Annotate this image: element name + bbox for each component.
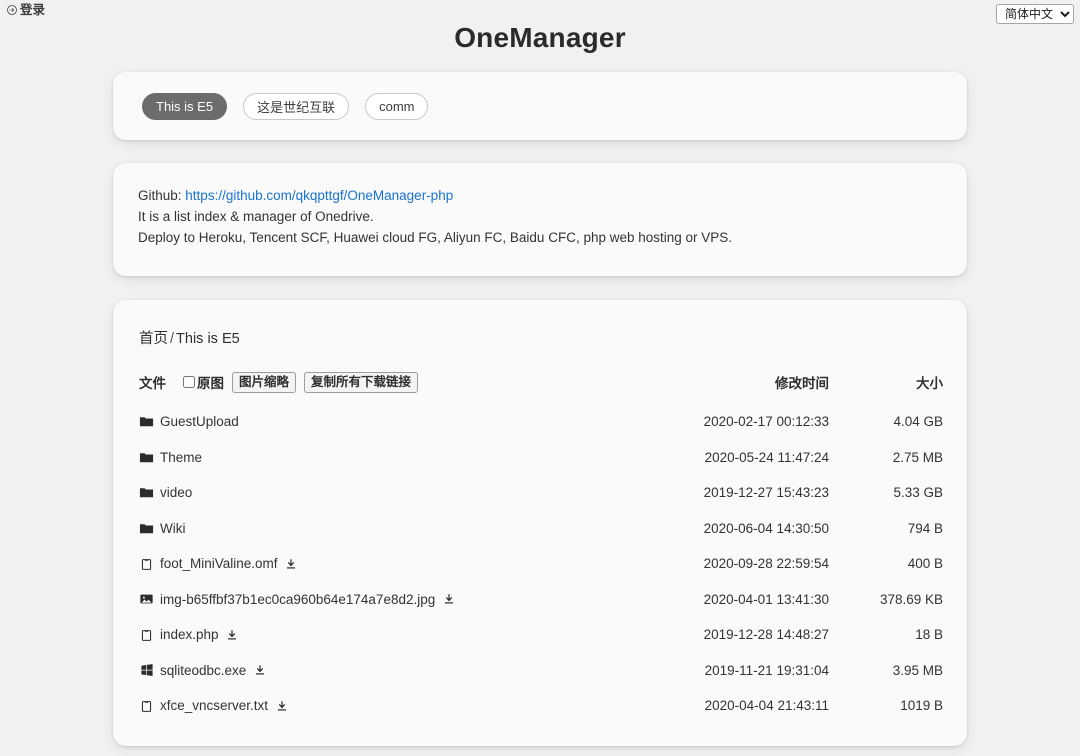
file-modified-cell: 2020-02-17 00:12:33: [703, 414, 829, 430]
file-modified-cell: 2020-05-24 11:47:24: [704, 449, 829, 465]
drive-selector-card: This is E5 这是世纪互联 comm: [113, 72, 967, 140]
file-size-cell: 3.95 MB: [892, 662, 943, 678]
breadcrumb-current[interactable]: This is E5: [176, 331, 240, 347]
info-body: Github: https://github.com/qkqpttgf/OneM…: [113, 163, 967, 248]
file-modified-cell: 2020-04-01 13:41:30: [703, 591, 829, 607]
table-row[interactable]: Theme 2020-05-24 11:47:24 2.75 MB: [113, 440, 967, 476]
file-name-cell: img-b65ffbf37b1ec0ca960b64e174a7e8d2.jpg: [139, 592, 643, 607]
table-row[interactable]: video 2019-12-27 15:43:23 5.33 GB: [113, 475, 967, 511]
original-image-label: 原图: [197, 376, 224, 391]
download-icon[interactable]: [275, 699, 288, 712]
folder-icon: [139, 450, 154, 465]
file-name-cell: Theme: [139, 450, 643, 465]
file-name-cell: xfce_vncserver.txt: [139, 698, 643, 713]
file-name-link[interactable]: foot_MiniValine.omf: [160, 556, 278, 571]
info-description-line: It is a list index & manager of Onedrive…: [138, 209, 374, 224]
breadcrumb-home[interactable]: 首页: [139, 331, 168, 347]
file-name-cell: Wiki: [139, 521, 643, 536]
thumbnail-button[interactable]: 图片缩略: [232, 371, 297, 393]
file-name-cell: index.php: [139, 627, 643, 642]
original-image-checkbox[interactable]: [183, 376, 195, 388]
windows-icon: [139, 663, 154, 678]
file-size-cell: 2.75 MB: [892, 449, 943, 465]
file-name-link[interactable]: img-b65ffbf37b1ec0ca960b64e174a7e8d2.jpg: [160, 592, 435, 607]
file-modified-cell: 2020-06-04 14:30:50: [703, 520, 829, 536]
file-name-cell: video: [139, 485, 643, 500]
file-name-link[interactable]: Theme: [160, 450, 202, 465]
download-icon[interactable]: [442, 593, 455, 606]
breadcrumb-separator: /: [170, 331, 175, 347]
file-modified-cell: 2019-11-21 19:31:04: [704, 662, 829, 678]
table-row[interactable]: GuestUpload 2020-02-17 00:12:33 4.04 GB: [113, 404, 967, 440]
copy-all-download-links-button[interactable]: 复制所有下载链接: [304, 371, 419, 393]
language-select[interactable]: 简体中文: [996, 4, 1074, 24]
file-modified-cell: 2019-12-27 15:43:23: [703, 485, 829, 501]
github-line: Github: https://github.com/qkqpttgf/OneM…: [138, 185, 967, 206]
file-icon: [139, 698, 154, 713]
file-name-link[interactable]: xfce_vncserver.txt: [160, 698, 268, 713]
file-name-link[interactable]: index.php: [160, 627, 219, 642]
download-icon[interactable]: [285, 557, 298, 570]
file-name-link[interactable]: Wiki: [160, 521, 186, 536]
file-icon: [139, 627, 154, 642]
drive-button-shijihulian[interactable]: 这是世纪互联: [243, 92, 350, 120]
file-icon: [139, 556, 154, 571]
github-label: Github:: [138, 188, 182, 203]
file-name-cell: GuestUpload: [139, 414, 643, 429]
file-list-header: 文件 原图 图片缩略 复制所有下载链接 修改时间 大小: [113, 348, 967, 395]
github-link[interactable]: https://github.com/qkqpttgf/OneManager-p…: [185, 188, 453, 203]
file-size-cell: 18 B: [915, 627, 943, 643]
folder-icon: [139, 485, 154, 500]
file-name-link[interactable]: video: [160, 485, 192, 500]
file-modified-cell: 2020-09-28 22:59:54: [703, 556, 829, 572]
breadcrumb: 首页 / This is E5: [113, 300, 967, 348]
table-row[interactable]: index.php 2019-12-28 14:48:27 18 B: [113, 617, 967, 653]
file-name-cell: foot_MiniValine.omf: [139, 556, 643, 571]
drive-button-this-is-e5[interactable]: This is E5: [142, 92, 228, 120]
table-row[interactable]: Wiki 2020-06-04 14:30:50 794 B: [113, 511, 967, 547]
drive-button-group: This is E5 这是世纪互联 comm: [113, 72, 967, 140]
file-name-link[interactable]: GuestUpload: [160, 414, 239, 429]
sign-in-icon: [6, 4, 18, 16]
column-header-size: 大小: [916, 376, 943, 391]
image-icon: [139, 592, 154, 607]
file-size-cell: 4.04 GB: [893, 414, 943, 430]
drive-button-comm[interactable]: comm: [365, 92, 429, 120]
login-link[interactable]: 登录: [6, 4, 45, 17]
file-modified-cell: 2020-04-04 21:43:11: [704, 698, 829, 714]
file-list-card: 首页 / This is E5 文件 原图 图片缩略 复制所有下载链接 修改时间 大…: [113, 300, 967, 746]
column-header-file: 文件: [139, 376, 166, 391]
column-header-modified: 修改时间: [775, 376, 829, 391]
file-name-cell: sqliteodbc.exe: [139, 663, 643, 678]
file-rows: GuestUpload 2020-02-17 00:12:33 4.04 GB The…: [113, 395, 967, 724]
file-size-cell: 400 B: [907, 556, 943, 572]
file-size-cell: 794 B: [907, 520, 943, 536]
page-title: OneManager: [454, 22, 626, 53]
table-row[interactable]: img-b65ffbf37b1ec0ca960b64e174a7e8d2.jpg…: [113, 582, 967, 618]
info-card: Github: https://github.com/qkqpttgf/OneM…: [113, 163, 967, 276]
file-size-cell: 378.69 KB: [879, 591, 943, 607]
download-icon[interactable]: [226, 628, 239, 641]
original-image-checkbox-wrapper[interactable]: 原图: [183, 372, 224, 392]
file-modified-cell: 2019-12-28 14:48:27: [703, 627, 829, 643]
file-name-link[interactable]: sqliteodbc.exe: [160, 663, 246, 678]
login-label: 登录: [20, 3, 46, 17]
file-size-cell: 5.33 GB: [893, 485, 943, 501]
folder-icon: [139, 414, 154, 429]
folder-icon: [139, 521, 154, 536]
table-row[interactable]: foot_MiniValine.omf 2020-09-28 22:59:54 40…: [113, 546, 967, 582]
download-icon[interactable]: [253, 664, 266, 677]
table-row[interactable]: sqliteodbc.exe 2019-11-21 19:31:04 3.95 MB: [113, 653, 967, 689]
list-toolbar: 原图 图片缩略 复制所有下载链接: [177, 371, 643, 393]
table-row[interactable]: xfce_vncserver.txt 2020-04-04 21:43:11 101…: [113, 688, 967, 724]
file-size-cell: 1019 B: [900, 698, 943, 714]
info-deploy-line: Deploy to Heroku, Tencent SCF, Huawei cl…: [138, 230, 733, 245]
